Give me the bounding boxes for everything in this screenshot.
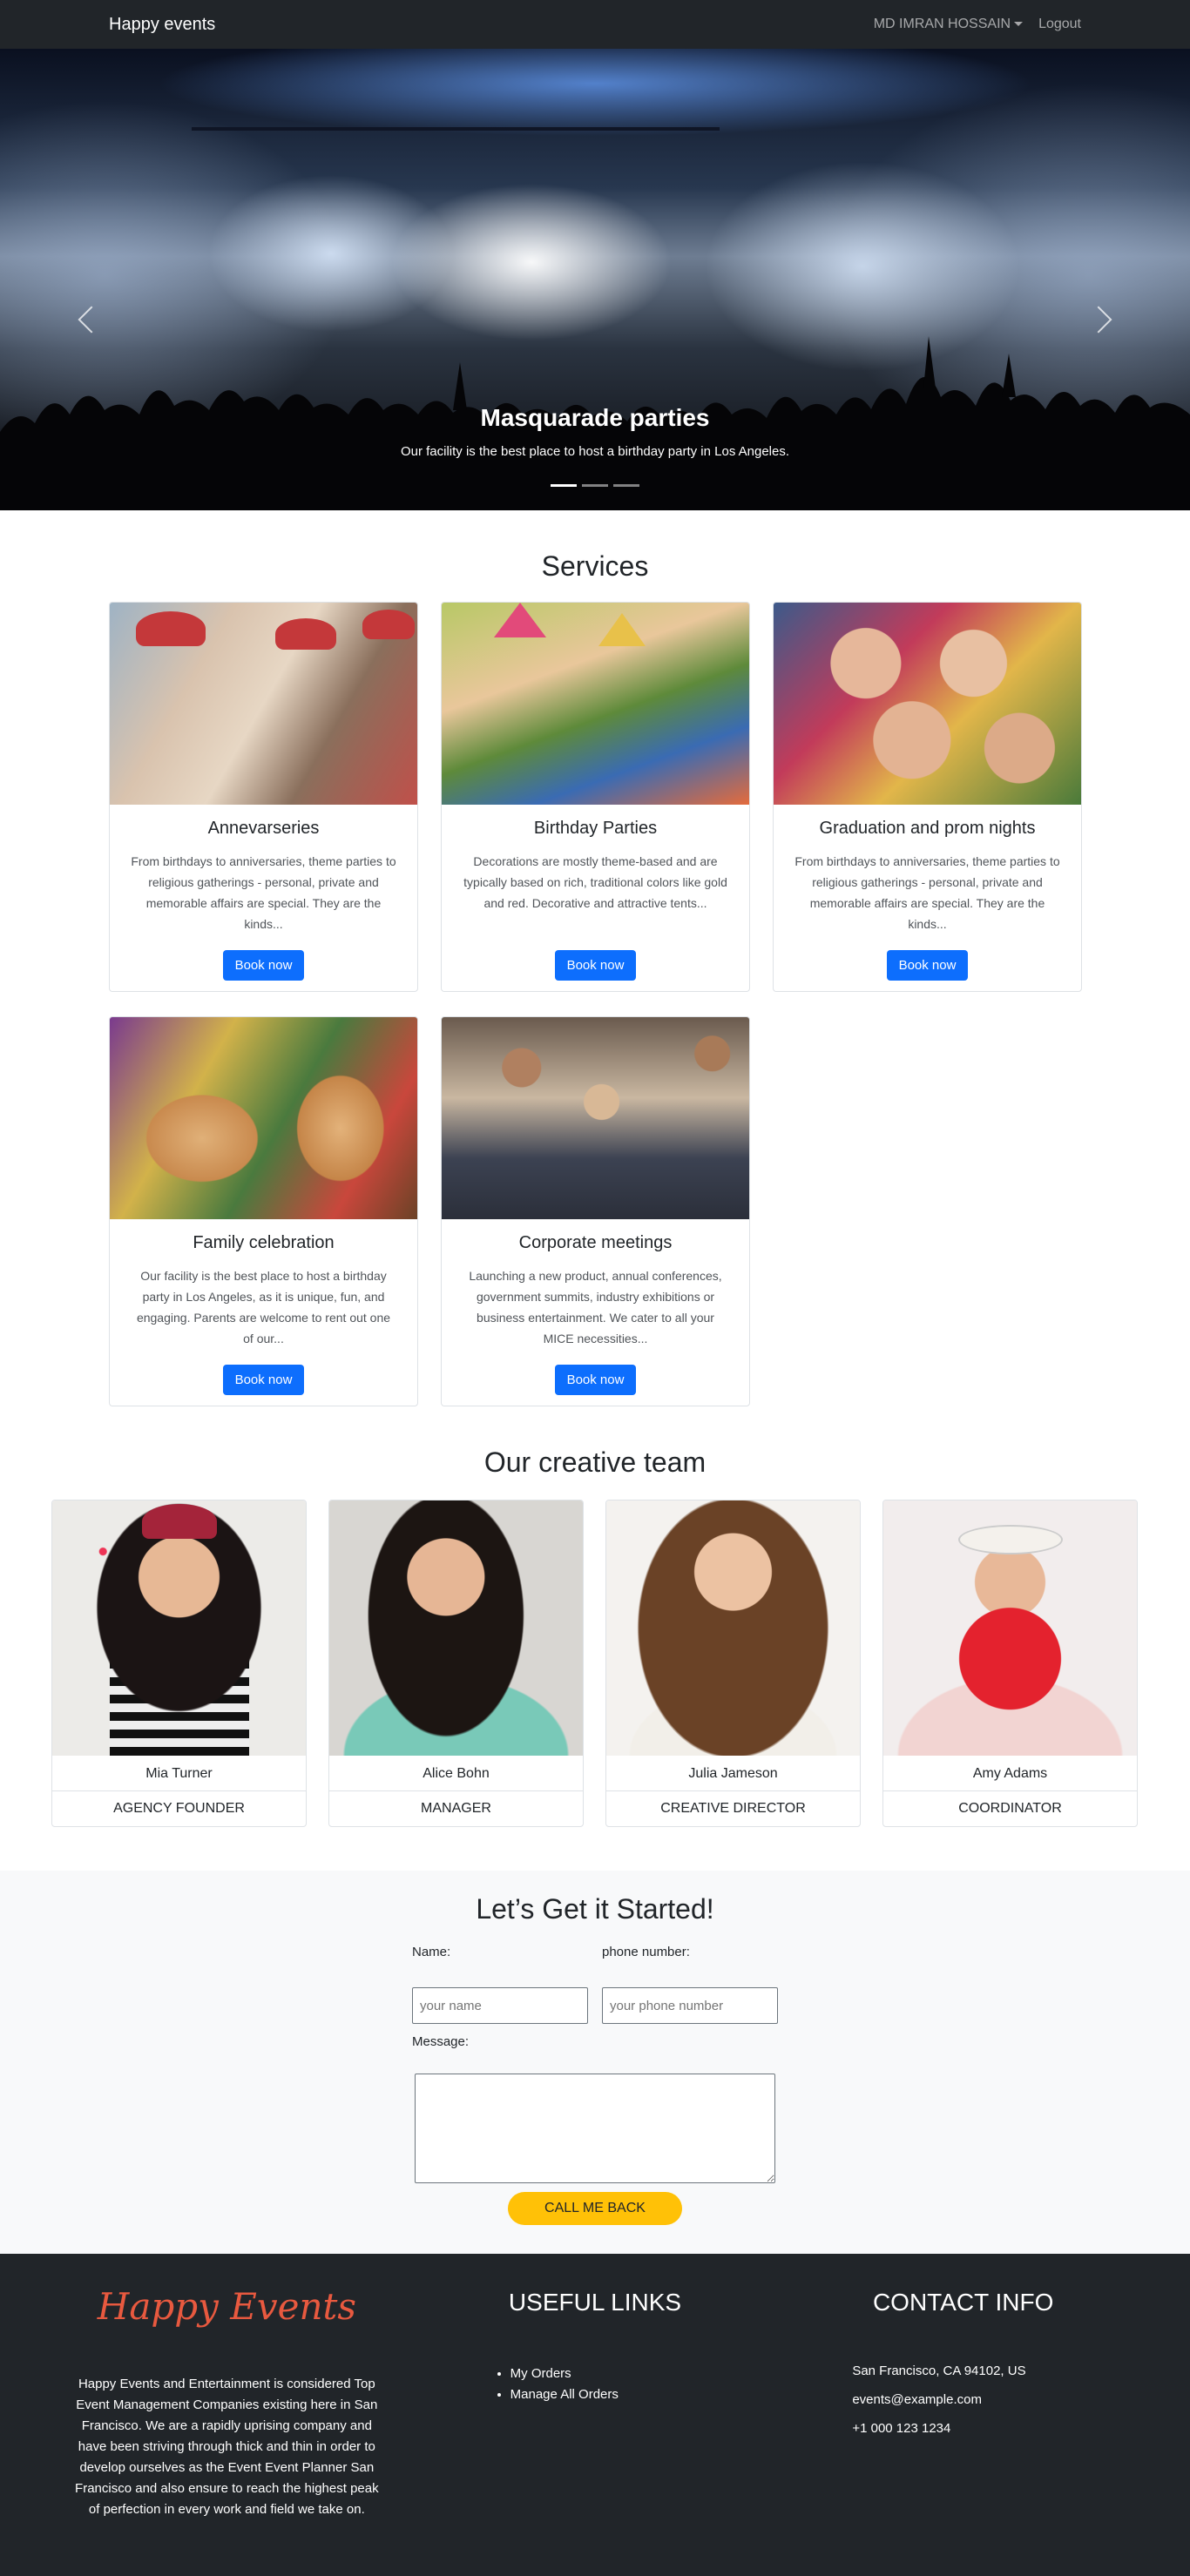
member-role: AGENCY FOUNDER xyxy=(113,1801,245,1816)
name-input[interactable] xyxy=(412,1987,588,2024)
member-role: MANAGER xyxy=(421,1801,491,1816)
carousel-indicator[interactable] xyxy=(551,484,577,487)
team-member-card: Alice Bohn MANAGER xyxy=(328,1500,584,1827)
footer-about: Happy Events Happy Events and Entertainm… xyxy=(43,2285,411,2520)
logout-link[interactable]: Logout xyxy=(1038,17,1081,32)
service-card: Family celebration Our facility is the b… xyxy=(109,1016,418,1406)
card-title: Graduation and prom nights xyxy=(819,819,1036,838)
services-grid: Annevarseries From birthdays to annivers… xyxy=(109,602,1082,1406)
link-my-orders[interactable]: My Orders xyxy=(510,2364,780,2384)
nav-right: MD IMRAN HOSSAIN Logout xyxy=(874,17,1081,32)
card-title: Birthday Parties xyxy=(533,819,658,838)
carousel-indicators xyxy=(0,484,1190,487)
call-me-back-button[interactable]: CALL ME BACK xyxy=(508,2192,682,2225)
callback-form: Name: phone number: Message: CALL ME BAC… xyxy=(412,1945,778,2225)
useful-links-title: USEFUL LINKS xyxy=(508,2289,682,2316)
card-text: From birthdays to anniversaries, theme p… xyxy=(794,854,1060,931)
footer-grid: Happy Events Happy Events and Entertainm… xyxy=(43,2285,1147,2520)
service-card: Graduation and prom nights From birthday… xyxy=(773,602,1082,992)
service-card: Corporate meetings Launching a new produ… xyxy=(441,1016,750,1406)
hero-title: Masquarade parties xyxy=(480,404,710,431)
service-image-family xyxy=(110,1017,417,1219)
name-label: Name: xyxy=(412,1945,451,1959)
useful-links-list: My Orders Manage All Orders xyxy=(411,2364,780,2405)
caret-down-icon xyxy=(1014,22,1024,27)
phone-label: phone number: xyxy=(602,1945,690,1959)
team-section: Our creative team Mia Turner AGENCY FOUN… xyxy=(0,1406,1190,1871)
card-body: Birthday Parties Decorations are mostly … xyxy=(442,805,749,981)
carousel-indicator[interactable] xyxy=(613,484,639,487)
message-textarea[interactable] xyxy=(415,2074,775,2183)
services-title: Services xyxy=(541,550,649,582)
member-name: Mia Turner xyxy=(52,1756,306,1791)
footer-about-text: Happy Events and Entertainment is consid… xyxy=(75,2377,379,2517)
card-text: Our facility is the best place to host a… xyxy=(136,1269,391,1345)
team-title: Our creative team xyxy=(483,1446,707,1478)
contact-phone: +1 000 123 1234 xyxy=(852,2421,951,2436)
hero-caption: Masquarade parties Our facility is the b… xyxy=(0,404,1190,459)
card-title: Annevarseries xyxy=(207,819,320,838)
book-now-button[interactable]: Book now xyxy=(222,950,305,981)
service-image-anniversary xyxy=(110,603,417,805)
user-dropdown[interactable]: MD IMRAN HOSSAIN xyxy=(873,17,1024,32)
contact-email: events@example.com xyxy=(852,2392,982,2407)
service-card: Annevarseries From birthdays to annivers… xyxy=(109,602,418,992)
service-image-corporate xyxy=(442,1017,749,1219)
hero-subtitle: Our facility is the best place to host a… xyxy=(400,444,790,459)
service-image-graduation xyxy=(774,603,1081,805)
card-body: Graduation and prom nights From birthday… xyxy=(774,805,1081,981)
footer-contact: CONTACT INFO San Francisco, CA 94102, US… xyxy=(779,2289,1147,2520)
message-label: Message: xyxy=(412,2034,470,2049)
footer-links: USEFUL LINKS My Orders Manage All Orders xyxy=(411,2289,780,2520)
member-role: CREATIVE DIRECTOR xyxy=(660,1801,806,1816)
team-grid: Mia Turner AGENCY FOUNDER Alice Bohn MAN… xyxy=(51,1500,1139,1827)
member-name: Julia Jameson xyxy=(606,1756,860,1791)
card-text: Launching a new product, annual conferen… xyxy=(469,1269,722,1345)
member-photo xyxy=(883,1500,1137,1756)
brand-link[interactable]: Happy events xyxy=(109,15,215,35)
card-text: From birthdays to anniversaries, theme p… xyxy=(131,854,396,931)
phone-col: phone number: xyxy=(602,1945,778,2024)
book-now-button[interactable]: Book now xyxy=(554,950,637,981)
link-manage-orders[interactable]: Manage All Orders xyxy=(510,2384,780,2405)
footer-logo: Happy Events xyxy=(97,2285,356,2328)
service-card: Birthday Parties Decorations are mostly … xyxy=(441,602,750,992)
book-now-button[interactable]: Book now xyxy=(222,1365,305,1395)
footer: Happy Events Happy Events and Entertainm… xyxy=(0,2254,1190,2576)
service-image-birthday xyxy=(442,603,749,805)
card-title: Family celebration xyxy=(193,1233,335,1252)
member-photo xyxy=(52,1500,306,1756)
phone-input[interactable] xyxy=(602,1987,778,2024)
navbar: Happy events MD IMRAN HOSSAIN Logout xyxy=(0,0,1190,49)
contact-section: Let’s Get it Started! Name: phone number… xyxy=(0,1871,1190,2254)
card-text: Decorations are mostly theme-based and a… xyxy=(463,854,727,910)
member-name: Amy Adams xyxy=(883,1756,1137,1791)
book-now-button[interactable]: Book now xyxy=(554,1365,637,1395)
name-col: Name: xyxy=(412,1945,588,2024)
member-photo xyxy=(606,1500,860,1756)
card-body: Family celebration Our facility is the b… xyxy=(110,1219,417,1395)
member-role: COORDINATOR xyxy=(958,1801,1062,1816)
member-photo xyxy=(329,1500,583,1756)
carousel-indicator[interactable] xyxy=(582,484,608,487)
book-now-button[interactable]: Book now xyxy=(886,950,969,981)
contact-info: San Francisco, CA 94102, US events@examp… xyxy=(779,2364,1147,2436)
contact-title: Let’s Get it Started! xyxy=(476,1893,714,1925)
hero-carousel: Masquarade parties Our facility is the b… xyxy=(0,49,1190,510)
contact-info-title: CONTACT INFO xyxy=(872,2289,1054,2316)
contact-address: San Francisco, CA 94102, US xyxy=(852,2364,1026,2378)
form-row: Name: phone number: xyxy=(412,1945,778,2024)
card-body: Corporate meetings Launching a new produ… xyxy=(442,1219,749,1395)
team-member-card: Julia Jameson CREATIVE DIRECTOR xyxy=(605,1500,861,1827)
hero-stage-truss xyxy=(192,127,720,131)
card-body: Annevarseries From birthdays to annivers… xyxy=(110,805,417,981)
member-name: Alice Bohn xyxy=(329,1756,583,1791)
team-member-card: Amy Adams COORDINATOR xyxy=(882,1500,1138,1827)
services-section: Services Annevarseries From birthdays to… xyxy=(0,510,1190,1406)
card-title: Corporate meetings xyxy=(518,1233,673,1252)
team-member-card: Mia Turner AGENCY FOUNDER xyxy=(51,1500,307,1827)
user-name: MD IMRAN HOSSAIN xyxy=(873,17,1011,31)
